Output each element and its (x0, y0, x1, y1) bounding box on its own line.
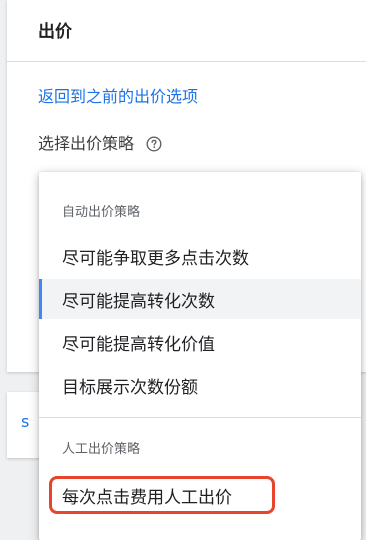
strategy-label-row: 选择出价策略 (38, 133, 162, 155)
option-label: 尽可能提高转化价值 (62, 334, 215, 355)
back-to-previous-bidding-link[interactable]: 返回到之前的出价选项 (38, 86, 198, 108)
panel-divider (7, 61, 366, 62)
option-maximize-conversion-value[interactable]: 尽可能提高转化价值 (39, 322, 361, 362)
manual-bidding-group-header: 人工出价策略 (62, 442, 141, 457)
option-label: 每次点击费用人工出价 (62, 487, 232, 508)
option-maximize-clicks[interactable]: 尽可能争取更多点击次数 (39, 236, 361, 276)
option-label: 尽可能争取更多点击次数 (62, 248, 249, 269)
dropdown-divider (39, 417, 361, 418)
option-label: 目标展示次数份额 (62, 377, 198, 398)
option-manual-cpc[interactable]: 每次点击费用人工出价 (39, 475, 361, 515)
background-card-text: s (21, 412, 30, 431)
strategy-label: 选择出价策略 (38, 134, 135, 153)
auto-bidding-group-header: 自动出价策略 (62, 205, 141, 220)
help-circle-icon[interactable] (146, 136, 162, 152)
panel-title: 出价 (38, 22, 72, 42)
option-label: 尽可能提高转化次数 (62, 291, 215, 312)
bidding-strategy-dropdown: 自动出价策略 尽可能争取更多点击次数 尽可能提高转化次数 尽可能提高转化价值 目… (39, 172, 361, 540)
option-target-impression-share[interactable]: 目标展示次数份额 (39, 365, 361, 405)
option-maximize-conversions[interactable]: 尽可能提高转化次数 (39, 279, 361, 319)
